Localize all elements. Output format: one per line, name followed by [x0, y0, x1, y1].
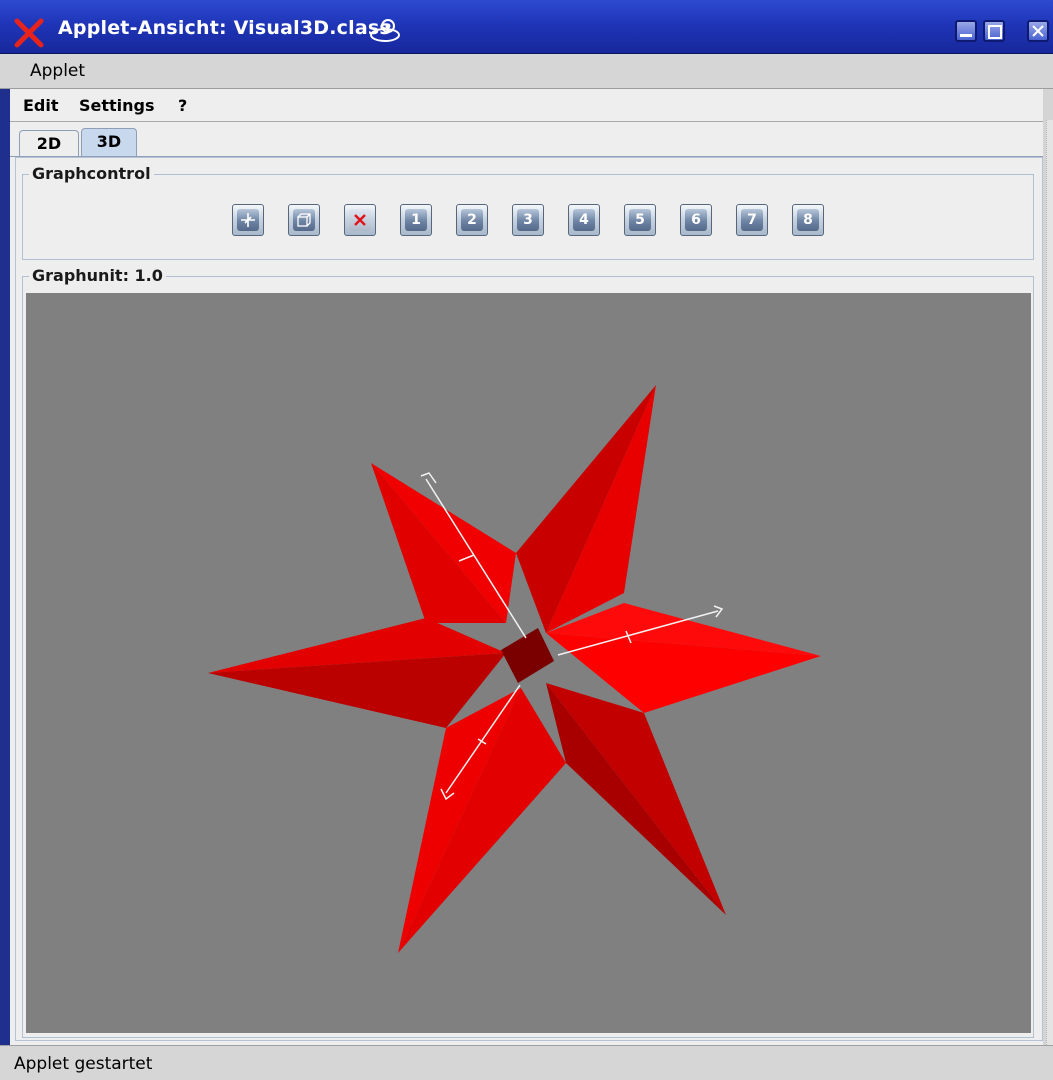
applet-menu-bar: Applet	[0, 54, 1053, 89]
preset-8-button[interactable]: 8	[792, 204, 824, 236]
close-icon	[1032, 25, 1044, 37]
window-title-bar[interactable]: Applet-Ansicht: Visual3D.class	[0, 0, 1053, 54]
graphcontrol-title: Graphcontrol	[29, 164, 154, 183]
preset-6-button[interactable]: 6	[680, 204, 712, 236]
window-border	[0, 89, 10, 1045]
number-2-icon: 2	[461, 209, 483, 231]
star-3d-render	[208, 385, 821, 953]
menubar: Edit Settings ?	[10, 89, 1043, 122]
axes-button[interactable]	[232, 204, 264, 236]
axes-icon	[237, 209, 259, 231]
menu-help[interactable]: ?	[178, 96, 187, 115]
number-4-icon: 4	[573, 209, 595, 231]
number-3-icon: 3	[517, 209, 539, 231]
delete-button[interactable]	[344, 204, 376, 236]
java-cup-icon	[370, 19, 400, 42]
graphunit-title: Graphunit: 1.0	[29, 266, 166, 285]
minimize-button[interactable]	[955, 20, 977, 42]
close-button[interactable]	[1027, 20, 1049, 42]
app-close-x-icon	[14, 18, 44, 48]
number-8-icon: 8	[797, 209, 819, 231]
menu-edit[interactable]: Edit	[23, 96, 59, 115]
preset-4-button[interactable]: 4	[568, 204, 600, 236]
preset-7-button[interactable]: 7	[736, 204, 768, 236]
preset-2-button[interactable]: 2	[456, 204, 488, 236]
menu-applet[interactable]: Applet	[30, 61, 85, 81]
preset-1-button[interactable]: 1	[400, 204, 432, 236]
delete-icon	[349, 209, 371, 231]
number-6-icon: 6	[685, 209, 707, 231]
preset-3-button[interactable]: 3	[512, 204, 544, 236]
status-text: Applet gestartet	[14, 1054, 153, 1074]
tab-3d[interactable]: 3D	[81, 128, 137, 156]
number-5-icon: 5	[629, 209, 651, 231]
status-bar: Applet gestartet	[0, 1045, 1053, 1080]
menu-settings[interactable]: Settings	[79, 96, 155, 115]
scrollbar[interactable]	[1046, 120, 1053, 1045]
maximize-button[interactable]	[983, 20, 1005, 42]
cube-button[interactable]	[288, 204, 320, 236]
cube-icon	[293, 209, 315, 231]
preset-5-button[interactable]: 5	[624, 204, 656, 236]
number-7-icon: 7	[741, 209, 763, 231]
3d-canvas[interactable]	[26, 293, 1031, 1033]
number-1-icon: 1	[405, 209, 427, 231]
tab-2d[interactable]: 2D	[19, 130, 79, 156]
window-title: Applet-Ansicht: Visual3D.class	[58, 17, 391, 39]
